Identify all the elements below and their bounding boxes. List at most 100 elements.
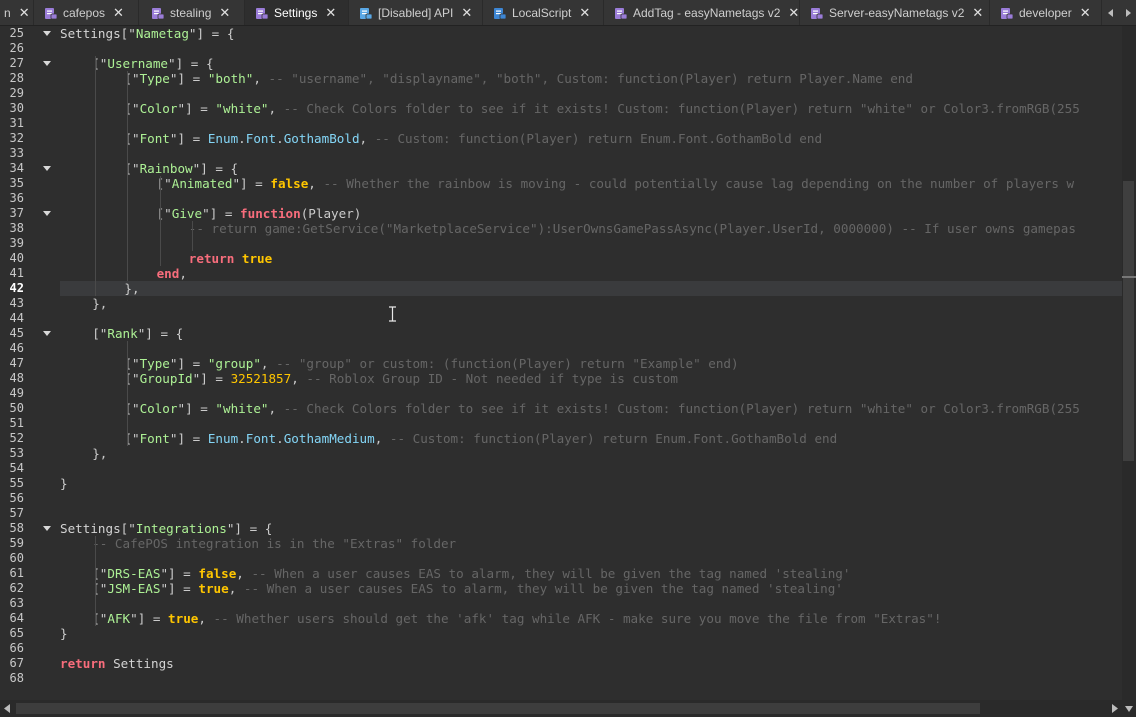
line-number: 31: [9, 116, 24, 130]
line-number: 54: [9, 461, 24, 475]
line-number: 45: [9, 326, 24, 340]
code-token: "] =: [169, 71, 208, 86]
tab-scroll-left-icon[interactable]: [1104, 0, 1117, 25]
code-line: Settings["Nametag"] = {: [60, 26, 234, 41]
code-token: [": [92, 326, 108, 341]
code-line: ["Rainbow"] = {: [124, 161, 238, 176]
code-token: Type: [139, 71, 170, 86]
fold-arrow-icon[interactable]: [43, 166, 51, 171]
code-line: -- return game:GetService("MarketplaceSe…: [189, 221, 1076, 236]
tab-addtag-easynametags-v2[interactable]: AddTag - easyNametags v2 ✕: [604, 0, 800, 25]
code-token: Type: [139, 356, 170, 371]
code-token: "] =: [160, 566, 199, 581]
close-icon[interactable]: ✕: [219, 5, 230, 21]
code-token: true: [168, 611, 199, 626]
code-token: DRS-EAS: [107, 566, 161, 581]
code-token: "] = {: [188, 26, 235, 41]
module-script-icon: [811, 7, 824, 19]
tab-scroll-right-icon[interactable]: [1121, 0, 1134, 25]
text-cursor-icon: [389, 306, 396, 322]
tab-n[interactable]: n ✕: [0, 0, 34, 25]
code-token: ,: [198, 611, 214, 626]
close-icon[interactable]: ✕: [19, 5, 30, 21]
code-token: "] = {: [168, 56, 214, 71]
module-script-icon: [45, 7, 58, 19]
line-number: 53: [9, 446, 24, 460]
fold-arrow-icon[interactable]: [43, 211, 51, 216]
tab-label: LocalScript: [512, 5, 572, 20]
line-number: 40: [9, 251, 24, 265]
scroll-right-icon[interactable]: [1110, 704, 1118, 713]
horizontal-scrollbar[interactable]: [0, 700, 1122, 717]
code-token: "] =: [169, 356, 208, 371]
code-token: ,: [268, 401, 284, 416]
code-area[interactable]: Settings["Nametag"] = {["Username"] = {[…: [60, 26, 1122, 700]
code-token: -- When a user causes EAS to alarm, they…: [251, 566, 851, 581]
code-token: -- Whether the rainbow is moving - could…: [323, 176, 1075, 191]
fold-arrow-icon[interactable]: [43, 526, 51, 531]
code-token: ,: [236, 566, 252, 581]
code-token: Font: [245, 431, 277, 446]
fold-arrow-icon[interactable]: [43, 31, 51, 36]
code-editor[interactable]: 25 26 27 28 29 30 31 32 33 34 35 36 37 38 39 40 41 42 43 44…: [0, 26, 1122, 700]
code-token: true: [198, 581, 229, 596]
code-token: -- Whether users should get the 'afk' ta…: [213, 611, 942, 626]
close-icon[interactable]: ✕: [113, 5, 124, 21]
code-token: Font: [245, 131, 277, 146]
code-line: },: [124, 281, 139, 296]
code-token: .: [238, 431, 246, 446]
scroll-left-icon[interactable]: [4, 704, 12, 713]
fold-arrow-icon[interactable]: [43, 331, 51, 336]
tab-developer[interactable]: developer ✕: [990, 0, 1102, 25]
code-token: "] =: [177, 401, 216, 416]
code-line: ["Type"] = "group", -- "group" or custom…: [124, 356, 738, 371]
code-line: },: [92, 296, 107, 311]
close-icon[interactable]: ✕: [325, 5, 336, 21]
code-token: Rainbow: [139, 161, 193, 176]
code-token: "white": [215, 101, 269, 116]
tab-label: Server-easyNametags v2: [829, 5, 965, 20]
code-token: ,: [179, 266, 187, 281]
code-token: }: [60, 626, 68, 641]
tab-bar: n ✕ cafepos ✕ stealing ✕ Settings ✕ [Disabled] A…: [0, 0, 1136, 26]
code-token: "] =: [232, 176, 271, 191]
scroll-down-icon[interactable]: [1125, 704, 1133, 713]
tab-server-easynametags-v2[interactable]: Server-easyNametags v2 ✕: [800, 0, 990, 25]
code-token: -- "group" or custom: (function(Player) …: [276, 356, 739, 371]
tab-localscript[interactable]: LocalScript ✕: [483, 0, 604, 25]
code-token: -- Custom: function(Player) return Enum.…: [374, 131, 823, 146]
code-token: },: [92, 446, 108, 461]
vertical-scrollbar-thumb[interactable]: [1123, 181, 1134, 461]
line-number: 30: [9, 101, 24, 115]
fold-arrow-icon[interactable]: [43, 61, 51, 66]
line-number-gutter: 25 26 27 28 29 30 31 32 33 34 35 36 37 38 39 40 41 42 43 44…: [0, 26, 56, 700]
code-line: }: [60, 476, 68, 491]
code-token: ,: [253, 71, 269, 86]
vertical-scrollbar[interactable]: [1122, 26, 1136, 702]
code-line: ["GroupId"] = 32521857, -- Roblox Group …: [124, 371, 678, 386]
line-number: 43: [9, 296, 24, 310]
close-icon[interactable]: ✕: [579, 5, 590, 21]
close-icon[interactable]: ✕: [461, 5, 472, 21]
tab-cafepos[interactable]: cafepos ✕: [34, 0, 139, 25]
code-token: "white": [215, 401, 269, 416]
code-token: ,: [291, 371, 307, 386]
horizontal-scrollbar-thumb[interactable]: [16, 703, 980, 714]
tab-settings[interactable]: Settings ✕: [245, 0, 349, 25]
code-token: -- Custom: function(Player) return Enum.…: [389, 431, 838, 446]
line-number: 50: [9, 401, 24, 415]
tab-label: developer: [1019, 5, 1072, 20]
line-number: 61: [9, 566, 24, 580]
code-token: .: [276, 131, 284, 146]
tab-disabled-api[interactable]: [Disabled] API ✕: [349, 0, 483, 25]
indent-guide: [191, 221, 193, 251]
line-number: 58: [9, 521, 24, 535]
module-script-icon: [152, 7, 165, 19]
module-script-icon: [256, 8, 269, 20]
tab-stealing[interactable]: stealing ✕: [141, 0, 245, 25]
close-icon[interactable]: ✕: [972, 5, 983, 21]
close-icon[interactable]: ✕: [1080, 5, 1091, 21]
tab-label: AddTag - easyNametags v2: [633, 5, 781, 20]
close-icon[interactable]: ✕: [788, 5, 799, 21]
